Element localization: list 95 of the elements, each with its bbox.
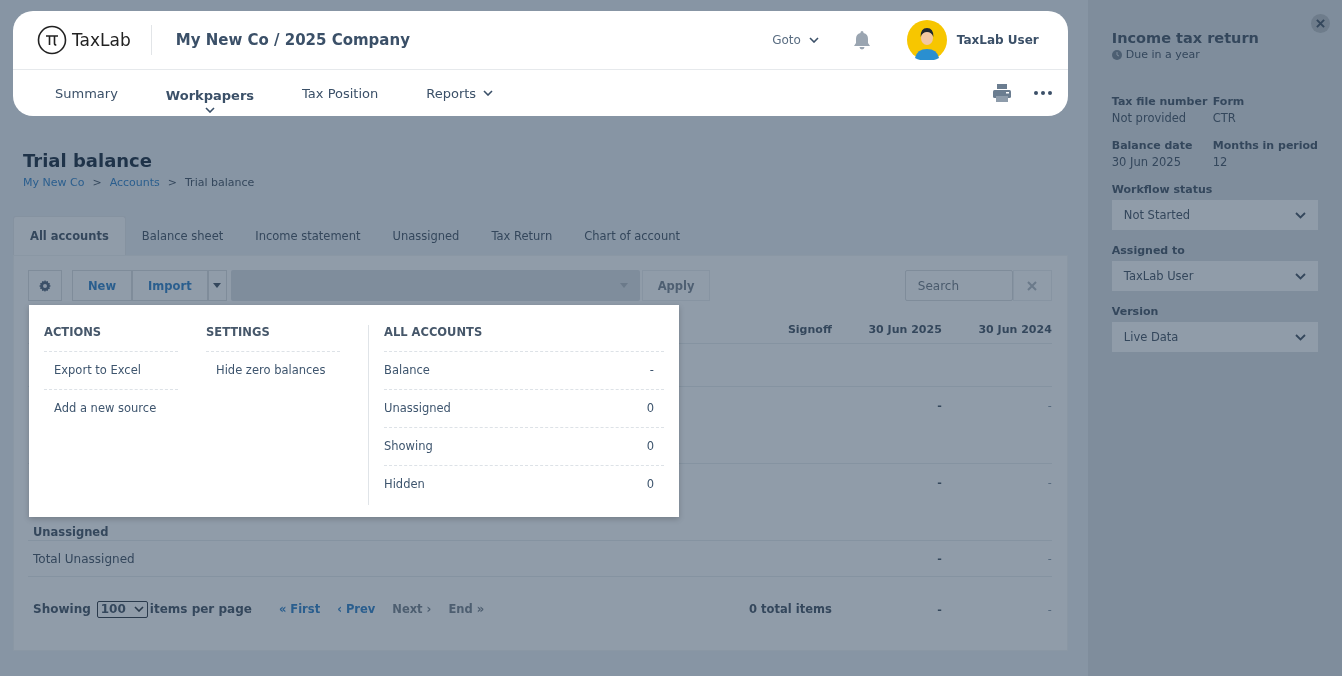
avatar-icon[interactable] — [906, 20, 947, 60]
close-icon — [1027, 280, 1038, 291]
column-header: 30 Jun 2025 — [867, 322, 942, 336]
field-label: Workflow status — [1111, 183, 1214, 196]
user-name[interactable]: TaxLab User — [956, 33, 1039, 47]
tab[interactable]: Unassigned — [376, 216, 476, 255]
pager-link[interactable]: « First — [278, 602, 321, 616]
field-value: 30 Jun 2025 — [1111, 155, 1182, 169]
chevron-down-icon — [483, 90, 494, 96]
table-cell-text: - — [1046, 602, 1052, 616]
breadcrumb-link[interactable]: My New Co — [23, 176, 85, 189]
chevron-down-icon — [808, 37, 819, 43]
toolbar-button[interactable]: Import — [132, 270, 208, 301]
table-cell-text: - — [1046, 399, 1052, 414]
table-cell-text: - — [936, 552, 942, 565]
settings-button[interactable] — [28, 270, 62, 301]
nav-item[interactable]: Reports — [413, 85, 507, 101]
printer-icon[interactable] — [991, 83, 1012, 103]
breadcrumb-separator: > — [167, 176, 177, 189]
field-value: Not provided — [1111, 111, 1188, 125]
chevron-down-icon — [204, 106, 215, 113]
chevron-down-icon — [1295, 211, 1306, 219]
breadcrumb-link[interactable]: Accounts — [109, 176, 160, 189]
summary-label: Hidden — [384, 477, 425, 491]
bell-icon[interactable] — [852, 30, 871, 50]
logo-text[interactable]: TaxLab — [72, 30, 131, 50]
menu-item[interactable]: Hide zero balances — [206, 352, 340, 389]
panel-title: Income tax return — [1111, 30, 1260, 46]
breadcrumb-separator: > — [92, 176, 102, 189]
goto-menu[interactable]: Goto — [772, 33, 819, 47]
company-title: My New Co / 2025 Company — [175, 31, 410, 49]
column-header: Signoff — [786, 322, 832, 336]
menu-heading: SETTINGS — [206, 325, 340, 352]
tab[interactable]: Chart of account — [568, 216, 696, 255]
field-value: 12 — [1212, 155, 1229, 169]
field-label: Months in period — [1212, 139, 1318, 152]
table-cell-text: - — [936, 602, 942, 616]
tab[interactable]: All accounts — [13, 216, 126, 255]
nav-item[interactable]: Tax Position — [289, 85, 392, 101]
menu-heading: ACTIONS — [44, 325, 178, 352]
total-items: 0 total items — [748, 601, 832, 618]
nav-item[interactable]: Workpapers — [152, 87, 268, 113]
close-icon — [1316, 19, 1325, 28]
per-page-label: items per page — [149, 602, 252, 616]
due-text: Due in a year — [1125, 48, 1200, 61]
tab[interactable]: Tax Return — [475, 216, 569, 255]
page-size-select[interactable]: 100 — [96, 600, 148, 618]
select-field[interactable]: Not Started — [1111, 200, 1318, 230]
close-button[interactable] — [1311, 14, 1330, 33]
field-label: Assigned to — [1111, 244, 1186, 257]
table-cell-text: - — [1046, 476, 1052, 491]
clock-icon — [1111, 49, 1122, 60]
field-label: Version — [1111, 305, 1160, 318]
select-field[interactable] — [230, 270, 640, 301]
table-cell-text: - — [1046, 552, 1052, 565]
pager-link[interactable]: ‹ Prev — [337, 602, 376, 616]
field-label: Form — [1212, 95, 1246, 108]
field-label: Tax file number — [1111, 95, 1209, 108]
table-cell-text: - — [936, 476, 942, 491]
nav-item[interactable]: Summary — [42, 85, 131, 101]
tab[interactable]: Income statement — [239, 216, 377, 255]
select-field[interactable]: TaxLab User — [1111, 261, 1318, 291]
summary-value: 0 — [646, 477, 654, 491]
summary-value: - — [649, 363, 654, 377]
apply-button[interactable]: Apply — [641, 270, 711, 301]
chevron-down-icon — [1295, 333, 1306, 341]
caret-icon — [213, 283, 222, 288]
breadcrumb-current: Trial balance — [185, 176, 255, 189]
total-label: Total Unassigned — [32, 551, 136, 566]
toolbar-button[interactable]: New — [72, 270, 133, 301]
pager-link[interactable]: Next › — [392, 602, 432, 616]
tab[interactable]: Balance sheet — [125, 216, 240, 255]
pi-logo-icon — [37, 25, 67, 55]
select-field[interactable]: Live Data — [1111, 322, 1318, 352]
summary-label: Balance — [384, 363, 430, 377]
summary-value: 0 — [646, 401, 654, 415]
summary-label: Showing — [384, 439, 433, 453]
showing-label: Showing — [33, 602, 91, 616]
menu-heading: ALL ACCOUNTS — [384, 325, 664, 352]
pager-link[interactable]: End » — [448, 602, 485, 616]
chevron-down-icon — [1295, 272, 1306, 280]
chevron-down-icon — [133, 606, 144, 612]
menu-item[interactable]: Add a new source — [44, 390, 178, 427]
group-heading: Unassigned — [33, 525, 109, 539]
table-cell-text: - — [936, 399, 942, 414]
summary-label: Unassigned — [384, 401, 451, 415]
field-label: Balance date — [1111, 139, 1194, 152]
search-field[interactable]: Search — [904, 270, 1013, 301]
field-value: CTR — [1212, 111, 1237, 125]
page-title: Trial balance — [23, 150, 153, 171]
dropdown-button[interactable] — [207, 270, 227, 301]
summary-value: 0 — [646, 439, 654, 453]
more-icon[interactable] — [1033, 91, 1052, 95]
column-header: 30 Jun 2024 — [977, 322, 1052, 336]
settings-icon — [39, 279, 51, 292]
